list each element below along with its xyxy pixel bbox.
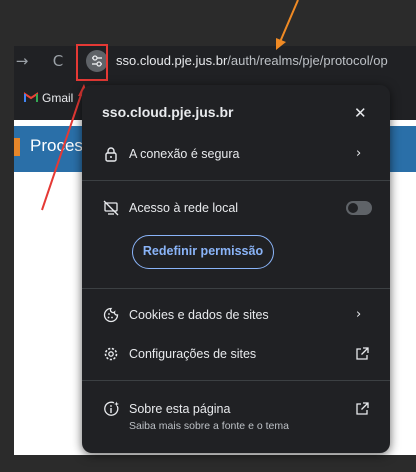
about-page-subtitle: Saiba mais sobre a fonte e o tema xyxy=(129,420,289,432)
cookies-row[interactable]: Cookies e dados de sites xyxy=(129,308,269,322)
divider xyxy=(82,288,390,289)
local-network-toggle[interactable] xyxy=(346,201,372,215)
info-spark-icon xyxy=(104,401,119,416)
divider xyxy=(82,380,390,381)
popup-title: sso.cloud.pje.jus.br xyxy=(102,104,234,120)
orange-arrow xyxy=(279,0,299,43)
cookie-icon xyxy=(103,307,119,323)
site-settings-row[interactable]: Configurações de sites xyxy=(129,347,256,361)
gear-icon xyxy=(104,347,118,361)
open-external-icon xyxy=(356,347,369,360)
site-info-popup xyxy=(82,85,390,453)
red-highlight-box xyxy=(76,44,108,81)
lock-icon xyxy=(105,147,117,162)
close-button[interactable]: ✕ xyxy=(354,104,367,122)
divider xyxy=(82,180,390,181)
chevron-right-icon: › xyxy=(356,307,362,322)
local-network-label: Acesso à rede local xyxy=(129,201,239,215)
secure-connection-row[interactable]: A conexão é segura xyxy=(129,147,240,161)
reset-permission-button[interactable]: Redefinir permissão xyxy=(132,235,274,269)
open-external-icon xyxy=(356,402,369,415)
network-off-icon xyxy=(103,200,119,216)
about-page-row[interactable]: Sobre esta página xyxy=(129,402,230,416)
red-arrow xyxy=(41,91,83,211)
chevron-right-icon: › xyxy=(356,146,362,161)
